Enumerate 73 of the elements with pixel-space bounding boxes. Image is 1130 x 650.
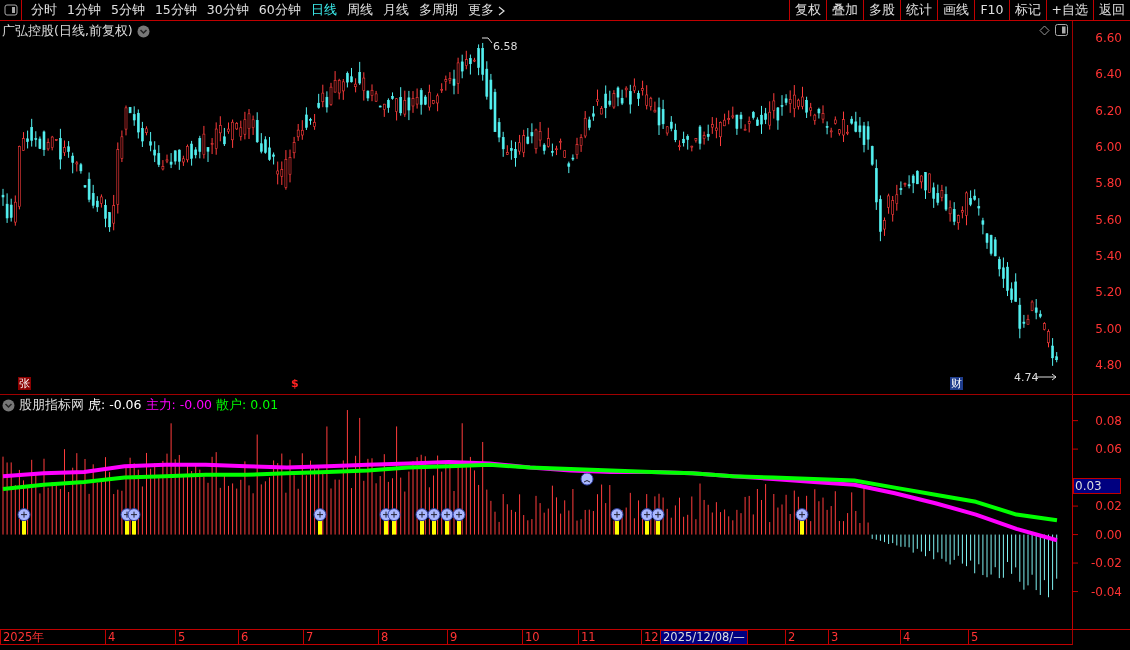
date-label: 7: [303, 630, 314, 644]
axis-label: 0.06: [1095, 441, 1122, 459]
period-tab[interactable]: 多周期: [413, 0, 463, 20]
date-label: 11: [578, 630, 596, 644]
date-label: 5: [968, 630, 979, 644]
sad-face-icon: [580, 472, 594, 486]
axis-label: -0.04: [1090, 583, 1122, 601]
signal-marker-icon: [795, 508, 809, 535]
dropdown-chevron-icon[interactable]: [2, 398, 15, 412]
date-label: 4: [105, 630, 116, 644]
date-label: 10: [522, 630, 540, 644]
axis-label: 5.00: [1095, 320, 1122, 338]
period-tab[interactable]: 1分钟: [62, 0, 106, 20]
event-marker: $: [290, 377, 300, 390]
period-tab[interactable]: 周线: [341, 0, 378, 20]
axis-label: 0.00: [1095, 526, 1122, 544]
signal-marker-icon: [313, 508, 327, 535]
date-label: 5: [175, 630, 186, 644]
axis-label: 5.60: [1095, 211, 1122, 229]
period-tab[interactable]: 月线: [377, 0, 414, 20]
event-marker: 张: [18, 377, 31, 390]
axis-label: 0.08: [1095, 412, 1122, 430]
period-tab[interactable]: 日线: [305, 0, 342, 20]
period-tab[interactable]: 分时: [26, 0, 62, 20]
signal-marker-icon: [415, 508, 429, 535]
signal-marker-icon: [452, 508, 466, 535]
signal-marker-icon: [440, 508, 454, 535]
panel-toggle-icon[interactable]: [3, 4, 18, 16]
dropdown-chevron-icon[interactable]: [136, 24, 150, 38]
date-label: 12: [641, 630, 659, 644]
indicator-reading: 散户: 0.01: [216, 396, 279, 414]
indicator-reading: 虎: -0.06: [88, 396, 142, 414]
axis-label: 4.80: [1095, 357, 1122, 375]
axis-label: -0.02: [1090, 555, 1122, 573]
chevron-right-icon: [497, 5, 505, 16]
low-price-label: 4.74: [1014, 370, 1039, 386]
date-label: 6: [238, 630, 249, 644]
signal-marker-icon: [610, 508, 624, 535]
chart-title: 广弘控股(日线,前复权): [2, 22, 133, 40]
date-label: 2: [785, 630, 796, 644]
date-label: 4: [900, 630, 911, 644]
period-tab[interactable]: 15分钟: [149, 0, 202, 20]
signal-marker-icon: [127, 508, 141, 535]
period-tab[interactable]: 30分钟: [201, 0, 254, 20]
cursor-date-label: 2025/12/08/—: [660, 630, 748, 645]
signal-marker-icon: [17, 508, 31, 535]
date-label: 3: [828, 630, 839, 644]
event-marker: 财: [950, 377, 963, 390]
axis-label: 5.20: [1095, 284, 1122, 302]
period-tab[interactable]: 5分钟: [105, 0, 150, 20]
axis-label: 5.80: [1095, 175, 1122, 193]
axis-label: 6.40: [1095, 66, 1122, 84]
indicator-name: 股朋指标网: [19, 396, 84, 414]
axis-label: 6.60: [1095, 30, 1122, 47]
date-label: 9: [447, 630, 458, 644]
axis-label: 5.40: [1095, 248, 1122, 266]
date-label: 8: [378, 630, 389, 644]
period-tab[interactable]: 60分钟: [253, 0, 306, 20]
cursor-value-label: 0.03: [1073, 478, 1121, 495]
diamond-icon[interactable]: [1039, 25, 1050, 36]
high-price-label: 6.58: [493, 39, 518, 55]
period-tab[interactable]: 更多: [462, 0, 510, 20]
axis-label: 6.00: [1095, 139, 1122, 156]
leader-line: [481, 37, 493, 44]
signal-marker-icon: [640, 508, 654, 535]
signal-marker-icon: [387, 508, 401, 535]
signal-marker-icon: [651, 508, 665, 535]
indicator-reading: 主力: -0.00: [145, 396, 213, 414]
axis-label: 6.20: [1095, 102, 1122, 120]
panel-toggle-icon[interactable]: [1055, 24, 1068, 36]
signal-marker-icon: [427, 508, 441, 535]
date-label: 2025年: [0, 630, 45, 644]
axis-label: 0.02: [1095, 498, 1122, 516]
